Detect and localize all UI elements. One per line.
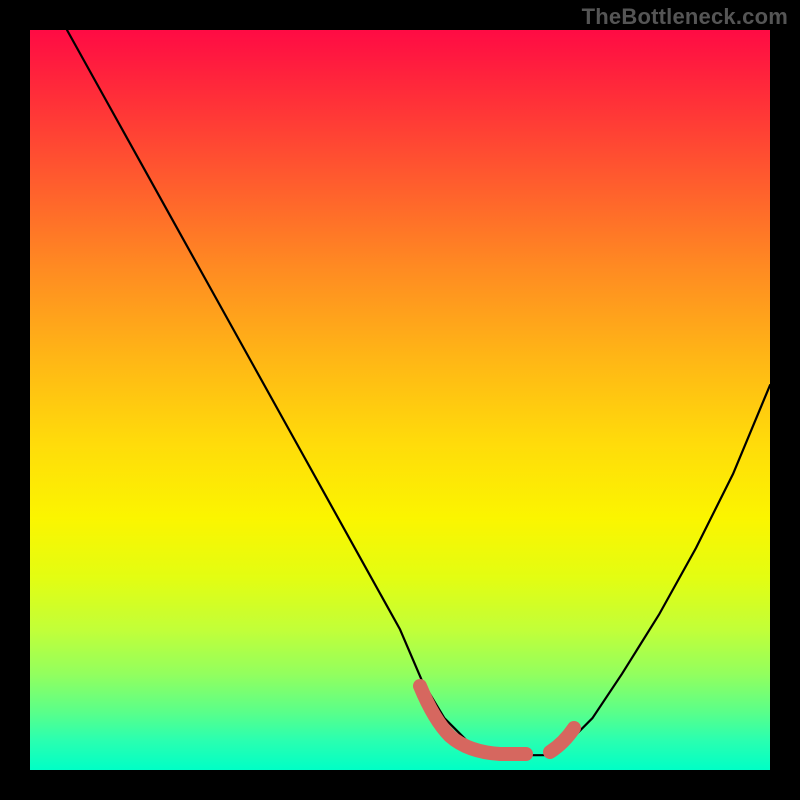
plot-area xyxy=(30,30,770,770)
bottleneck-curve xyxy=(67,30,770,755)
chart-frame: TheBottleneck.com xyxy=(0,0,800,800)
watermark-text: TheBottleneck.com xyxy=(582,4,788,30)
valley-marker-right xyxy=(550,728,574,752)
curve-layer xyxy=(30,30,770,770)
valley-marker-left xyxy=(420,686,526,754)
